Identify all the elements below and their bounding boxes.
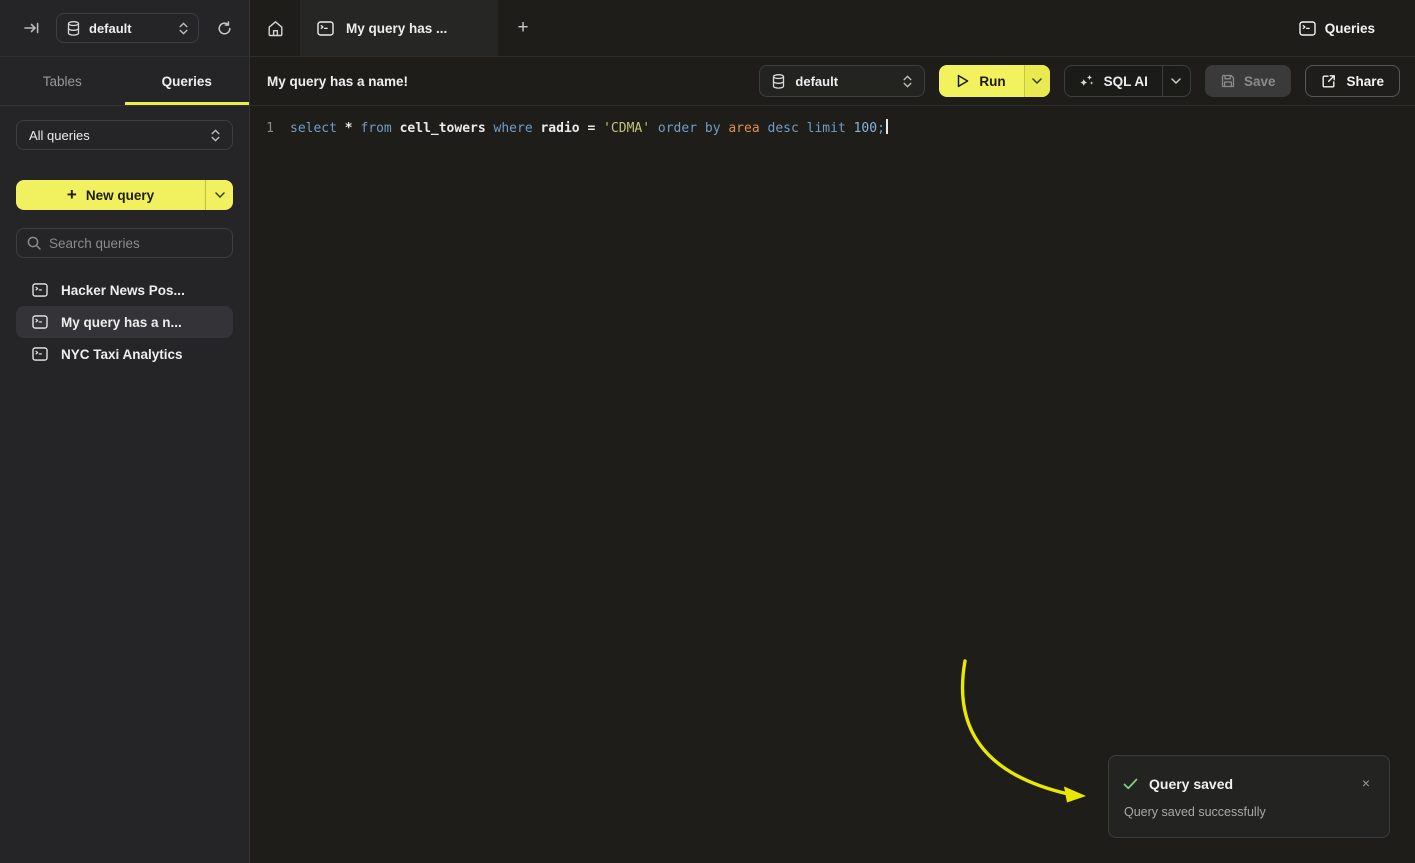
new-tab-button[interactable]: +: [498, 0, 548, 56]
database-icon: [67, 21, 80, 36]
run-button[interactable]: Run: [939, 65, 1049, 97]
connection-select-value: default: [89, 21, 170, 36]
database-select[interactable]: default: [759, 65, 925, 97]
sql-ai-dropdown[interactable]: [1162, 66, 1190, 96]
sql-ai-main[interactable]: SQL AI: [1065, 66, 1162, 96]
sidebar-body: All queries + New query: [0, 106, 249, 370]
queries-panel-toggle[interactable]: Queries: [1299, 21, 1375, 36]
sparkles-icon: [1079, 74, 1094, 89]
chevron-up-down-icon: [179, 22, 188, 35]
refresh-icon: [217, 21, 232, 36]
search-icon: [27, 236, 41, 250]
main-panel: My query has a name! default Run: [250, 57, 1415, 863]
chevron-up-down-icon: [903, 75, 912, 88]
queries-panel-label: Queries: [1325, 21, 1375, 36]
query-list-item-selected[interactable]: My query has a n...: [16, 306, 233, 338]
new-query-main[interactable]: + New query: [16, 180, 205, 210]
database-select-value: default: [795, 74, 893, 89]
toast-query-saved: Query saved × Query saved successfully: [1108, 755, 1390, 838]
sql-ai-label: SQL AI: [1104, 74, 1148, 89]
query-filter-value: All queries: [29, 128, 211, 143]
tab-queries-label: Queries: [162, 74, 212, 89]
query-terminal-icon: [32, 283, 48, 297]
new-query-button[interactable]: + New query: [16, 180, 233, 210]
new-query-label: New query: [86, 188, 154, 203]
share-label: Share: [1346, 74, 1384, 89]
sql-code-line[interactable]: select * from cell_towers where radio = …: [290, 119, 888, 139]
check-icon: [1123, 778, 1138, 790]
search-queries-input[interactable]: [49, 236, 226, 251]
run-label: Run: [979, 74, 1005, 89]
queries-terminal-icon: [1299, 21, 1316, 36]
save-label: Save: [1244, 74, 1276, 89]
close-icon: ×: [1362, 775, 1370, 791]
home-icon: [267, 20, 284, 37]
chevron-down-icon: [1171, 78, 1181, 84]
query-controls: default Run: [759, 65, 1400, 97]
tab-queries[interactable]: Queries: [125, 57, 250, 105]
tab-my-query[interactable]: My query has ...: [300, 0, 498, 56]
query-terminal-icon: [317, 21, 334, 36]
query-header: My query has a name! default Run: [250, 57, 1415, 106]
tab-tables-label: Tables: [43, 74, 82, 89]
connection-select[interactable]: default: [56, 13, 199, 43]
query-list: Hacker News Pos... My query has a n... N…: [16, 274, 233, 370]
line-number: 1: [250, 119, 274, 139]
plus-icon: +: [517, 17, 528, 39]
home-button[interactable]: [250, 0, 300, 56]
collapse-sidebar-button[interactable]: [18, 15, 44, 41]
query-list-item[interactable]: NYC Taxi Analytics: [16, 338, 233, 370]
search-queries-box: [16, 228, 233, 258]
chevron-up-down-icon: [211, 129, 220, 142]
sql-ai-button[interactable]: SQL AI: [1064, 65, 1191, 97]
share-button[interactable]: Share: [1305, 65, 1400, 97]
top-bar: default My query has ... +: [0, 0, 1415, 57]
query-terminal-icon: [32, 315, 48, 329]
chevron-down-icon: [1032, 78, 1042, 84]
sidebar: Tables Queries All queries + New query: [0, 57, 250, 863]
play-icon: [957, 74, 969, 88]
database-icon: [772, 74, 785, 89]
query-title: My query has a name!: [267, 74, 408, 89]
query-item-label: My query has a n...: [61, 315, 182, 330]
save-button[interactable]: Save: [1205, 65, 1292, 97]
collapse-sidebar-icon: [24, 21, 39, 35]
query-item-label: NYC Taxi Analytics: [61, 347, 183, 362]
sidebar-header: default: [0, 0, 250, 56]
query-item-label: Hacker News Pos...: [61, 283, 185, 298]
sidebar-tabs: Tables Queries: [0, 57, 249, 106]
query-list-item[interactable]: Hacker News Pos...: [16, 274, 233, 306]
save-icon: [1221, 74, 1235, 88]
toast-title: Query saved: [1149, 776, 1233, 792]
tab-label: My query has ...: [346, 21, 447, 36]
toast-close-button[interactable]: ×: [1357, 774, 1375, 792]
tab-tables[interactable]: Tables: [0, 57, 125, 105]
text-caret: [886, 119, 888, 134]
refresh-button[interactable]: [211, 15, 237, 41]
run-button-main[interactable]: Run: [939, 65, 1023, 97]
chevron-down-icon: [215, 192, 225, 198]
toast-message: Query saved successfully: [1124, 805, 1373, 819]
new-query-dropdown[interactable]: [205, 180, 233, 210]
tab-strip: My query has ... + Queries: [250, 0, 1415, 56]
sql-editor[interactable]: 1 select * from cell_towers where radio …: [250, 106, 1415, 139]
toast-header: Query saved: [1123, 776, 1373, 792]
plus-icon: +: [67, 185, 77, 205]
share-icon: [1321, 74, 1336, 89]
query-filter-select[interactable]: All queries: [16, 120, 233, 150]
run-dropdown[interactable]: [1024, 65, 1050, 97]
query-terminal-icon: [32, 347, 48, 361]
